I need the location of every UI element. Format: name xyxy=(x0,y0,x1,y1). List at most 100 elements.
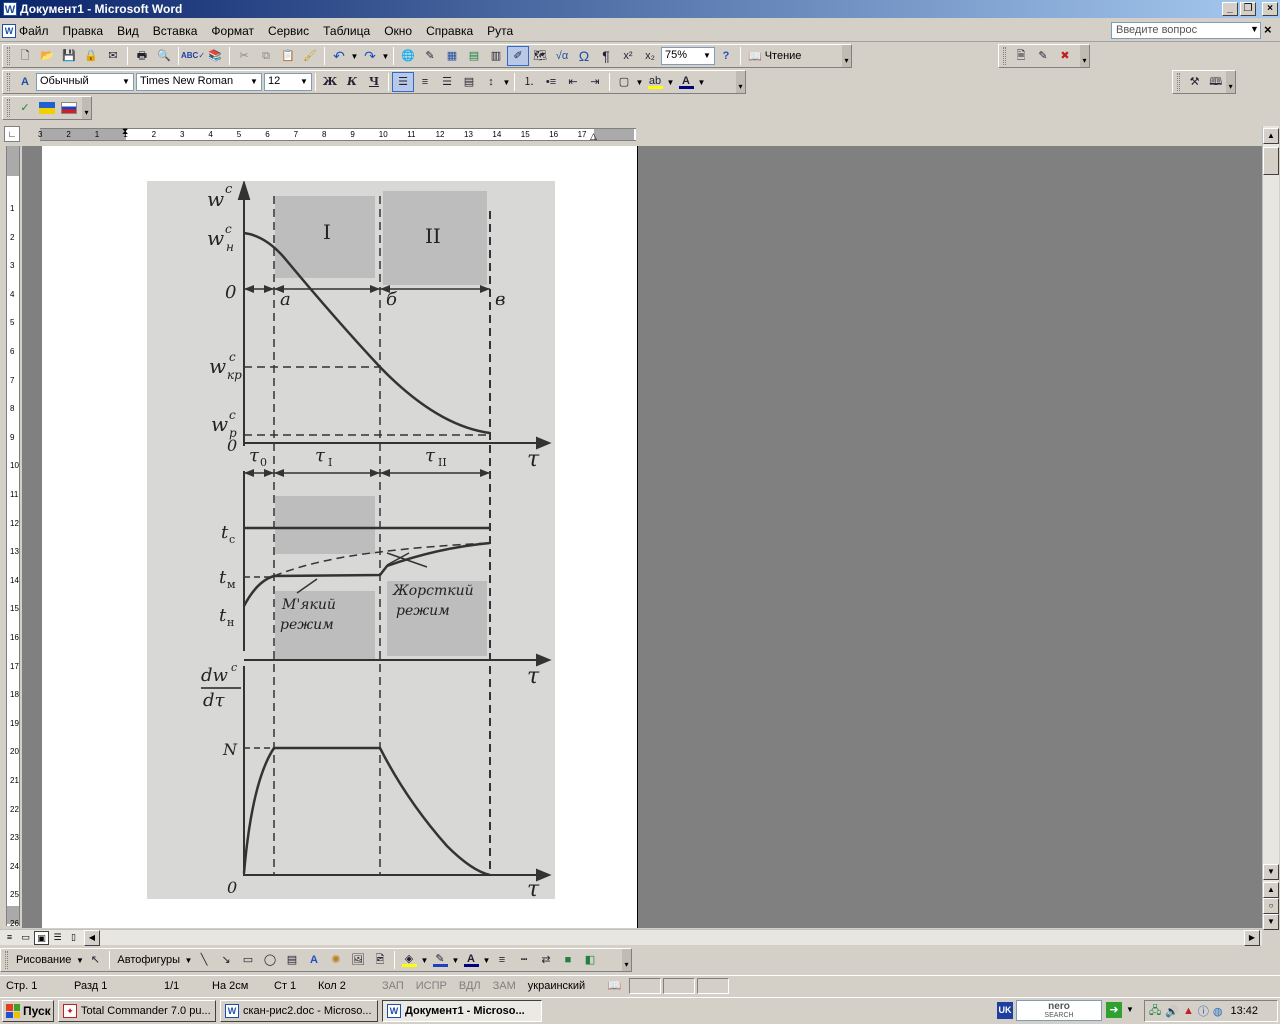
vertical-scrollbar[interactable]: ▲ ▼ ▲ ○ ▼ xyxy=(1262,126,1279,930)
extra-tool-4[interactable]: ⚒ xyxy=(1184,72,1205,92)
tab-selector[interactable]: ∟ xyxy=(4,126,20,142)
browse-object-button[interactable]: ○ xyxy=(1263,898,1279,914)
normal-view-button[interactable]: ≡ xyxy=(2,931,17,945)
increase-indent-button[interactable]: ⇥ xyxy=(584,72,606,92)
status-language[interactable]: украинский xyxy=(522,978,602,994)
format-painter-button[interactable]: 🖌 xyxy=(299,46,321,66)
decrease-indent-button[interactable]: ⇤ xyxy=(562,72,584,92)
borders-dropdown-icon[interactable]: ▼ xyxy=(635,78,644,87)
task-total-commander[interactable]: ✦ Total Commander 7.0 pu... xyxy=(58,1000,216,1022)
document-workspace[interactable]: I II w c w c н 0 а б в w c кр w c р 0 τ … xyxy=(22,146,1262,928)
line-color-dropdown-icon[interactable]: ▼ xyxy=(451,956,460,965)
line-color-button[interactable]: ✎ xyxy=(429,950,451,970)
line-tool-button[interactable]: ╲ xyxy=(193,950,215,970)
horizontal-scrollbar[interactable]: ≡ ▭ ▣ ☰ ▯ ◀ ▶ xyxy=(0,929,1262,946)
horizontal-ruler[interactable]: 3 2 1 1 2 3 4 5 6 7 8 9 10 11 12 13 14 15 16 17 ⧗ △ xyxy=(38,126,636,142)
toolbar-grip[interactable] xyxy=(7,73,10,91)
globe-icon[interactable]: ◍ xyxy=(1213,1005,1223,1018)
toolbar-grip[interactable] xyxy=(7,99,10,117)
borders-button[interactable]: ▢ xyxy=(613,72,635,92)
textbox-tool-button[interactable]: ▤ xyxy=(281,950,303,970)
print-layout-button[interactable]: ▣ xyxy=(34,931,49,945)
copy-button[interactable]: ⧉ xyxy=(255,46,277,66)
minimize-button[interactable]: _ xyxy=(1222,2,1238,16)
rectangle-tool-button[interactable]: ▭ xyxy=(237,950,259,970)
subscript-button[interactable]: x₂ xyxy=(639,46,661,66)
reading-view-button[interactable]: ▯ xyxy=(66,931,81,945)
task-document1[interactable]: W Документ1 - Microso... xyxy=(382,1000,542,1022)
toolbar-options-icon[interactable]: ▾ xyxy=(1226,71,1236,93)
insert-table-button[interactable]: ▦ xyxy=(441,46,463,66)
toolbar-options-icon[interactable]: ▾ xyxy=(1080,45,1089,67)
extra-tool-5[interactable]: 🕮 xyxy=(1205,72,1226,92)
toolbar-options-icon[interactable]: ▾ xyxy=(82,97,91,119)
font-size-dropdown-icon[interactable]: ▼ xyxy=(298,75,310,89)
fill-color-button[interactable]: ◈ xyxy=(398,950,420,970)
volume-icon[interactable]: 🔊 xyxy=(1165,1005,1179,1018)
menu-view[interactable]: Вид xyxy=(110,24,146,38)
font-color-dropdown-icon[interactable]: ▼ xyxy=(697,78,706,87)
toolbar-options-icon[interactable]: ▾ xyxy=(842,45,851,67)
ask-dropdown-icon[interactable]: ▼ xyxy=(1250,24,1259,34)
nero-search-box[interactable]: nero SEARCH xyxy=(1016,1000,1102,1021)
select-objects-button[interactable]: ↖ xyxy=(84,950,106,970)
status-extend[interactable]: ВДЛ xyxy=(453,978,487,994)
drawing-menu[interactable]: Рисование xyxy=(12,954,75,966)
status-overtype[interactable]: ЗАМ xyxy=(487,978,522,994)
bold-button[interactable]: Ж xyxy=(319,72,341,92)
wordart-button[interactable]: A xyxy=(303,950,325,970)
autoshapes-menu[interactable]: Автофигуры xyxy=(113,954,184,966)
autoshapes-dropdown-icon[interactable]: ▼ xyxy=(184,956,193,965)
3d-button[interactable]: ◧ xyxy=(579,950,601,970)
ask-question-input[interactable]: Введите вопрос xyxy=(1111,22,1261,39)
right-indent-marker[interactable]: △ xyxy=(590,131,597,142)
insert-excel-button[interactable]: ▤ xyxy=(463,46,485,66)
network-icon[interactable]: 🖧 xyxy=(1149,1002,1161,1021)
task-scan-doc[interactable]: W скан-рис2.doc - Microso... xyxy=(220,1000,378,1022)
hyperlink-button[interactable]: 🌐 xyxy=(397,46,419,66)
scroll-down-button[interactable]: ▼ xyxy=(1263,864,1279,880)
style-combo[interactable]: Обычный ▼ xyxy=(36,73,134,91)
scroll-right-button[interactable]: ▶ xyxy=(1244,930,1260,946)
toolbar-grip[interactable] xyxy=(7,47,10,65)
research-button[interactable]: 📚 xyxy=(204,46,226,66)
dash-style-button[interactable]: ┅ xyxy=(513,950,535,970)
undo-button[interactable]: ↶ xyxy=(328,46,350,66)
start-button[interactable]: Пуск xyxy=(2,1000,54,1022)
style-dropdown-icon[interactable]: ▼ xyxy=(120,75,132,89)
bullets-button[interactable]: •≡ xyxy=(540,72,562,92)
toolbar-grip[interactable] xyxy=(5,951,8,969)
arrow-style-button[interactable]: ⇄ xyxy=(535,950,557,970)
spelling-status-icon[interactable]: 📖 xyxy=(602,978,628,994)
clock[interactable]: 13:42 xyxy=(1230,1005,1258,1017)
help-button[interactable]: ? xyxy=(715,46,737,66)
line-spacing-button[interactable]: ↕ xyxy=(480,72,502,92)
fill-color-dropdown-icon[interactable]: ▼ xyxy=(420,956,429,965)
paste-button[interactable]: 📋 xyxy=(277,46,299,66)
symbol-button[interactable]: Ω xyxy=(573,46,595,66)
redo-button[interactable]: ↷ xyxy=(359,46,381,66)
zoom-dropdown-icon[interactable]: ▼ xyxy=(701,49,713,63)
menu-help[interactable]: Справка xyxy=(419,24,480,38)
shadow-button[interactable]: ■ xyxy=(557,950,579,970)
nero-go-icon[interactable]: ➜ xyxy=(1106,1002,1122,1018)
left-indent-marker[interactable]: ⧗ xyxy=(122,126,128,137)
scroll-left-button[interactable]: ◀ xyxy=(84,930,100,946)
next-page-button[interactable]: ▼ xyxy=(1263,914,1279,930)
font-dropdown-icon[interactable]: ▼ xyxy=(248,75,260,89)
email-button[interactable]: ✉ xyxy=(102,46,124,66)
align-center-button[interactable]: ≡ xyxy=(414,72,436,92)
highlight-dropdown-icon[interactable]: ▼ xyxy=(666,78,675,87)
line-spacing-dropdown-icon[interactable]: ▼ xyxy=(502,78,511,87)
toolbar-grip[interactable] xyxy=(1177,73,1180,91)
scroll-up-button[interactable]: ▲ xyxy=(1263,128,1279,144)
outline-view-button[interactable]: ☰ xyxy=(50,931,65,945)
font-combo[interactable]: Times New Roman ▼ xyxy=(136,73,262,91)
drawing-button[interactable]: ✐ xyxy=(507,46,529,66)
draw-font-color-dropdown-icon[interactable]: ▼ xyxy=(482,956,491,965)
info-icon[interactable]: ⓘ xyxy=(1198,1003,1209,1019)
language-indicator[interactable]: UK xyxy=(997,1002,1013,1019)
picture-button[interactable]: 🖻 xyxy=(369,950,391,970)
toolbar-options-icon[interactable]: ▾ xyxy=(622,949,631,971)
extra-tool-2[interactable]: ✎ xyxy=(1032,46,1054,66)
